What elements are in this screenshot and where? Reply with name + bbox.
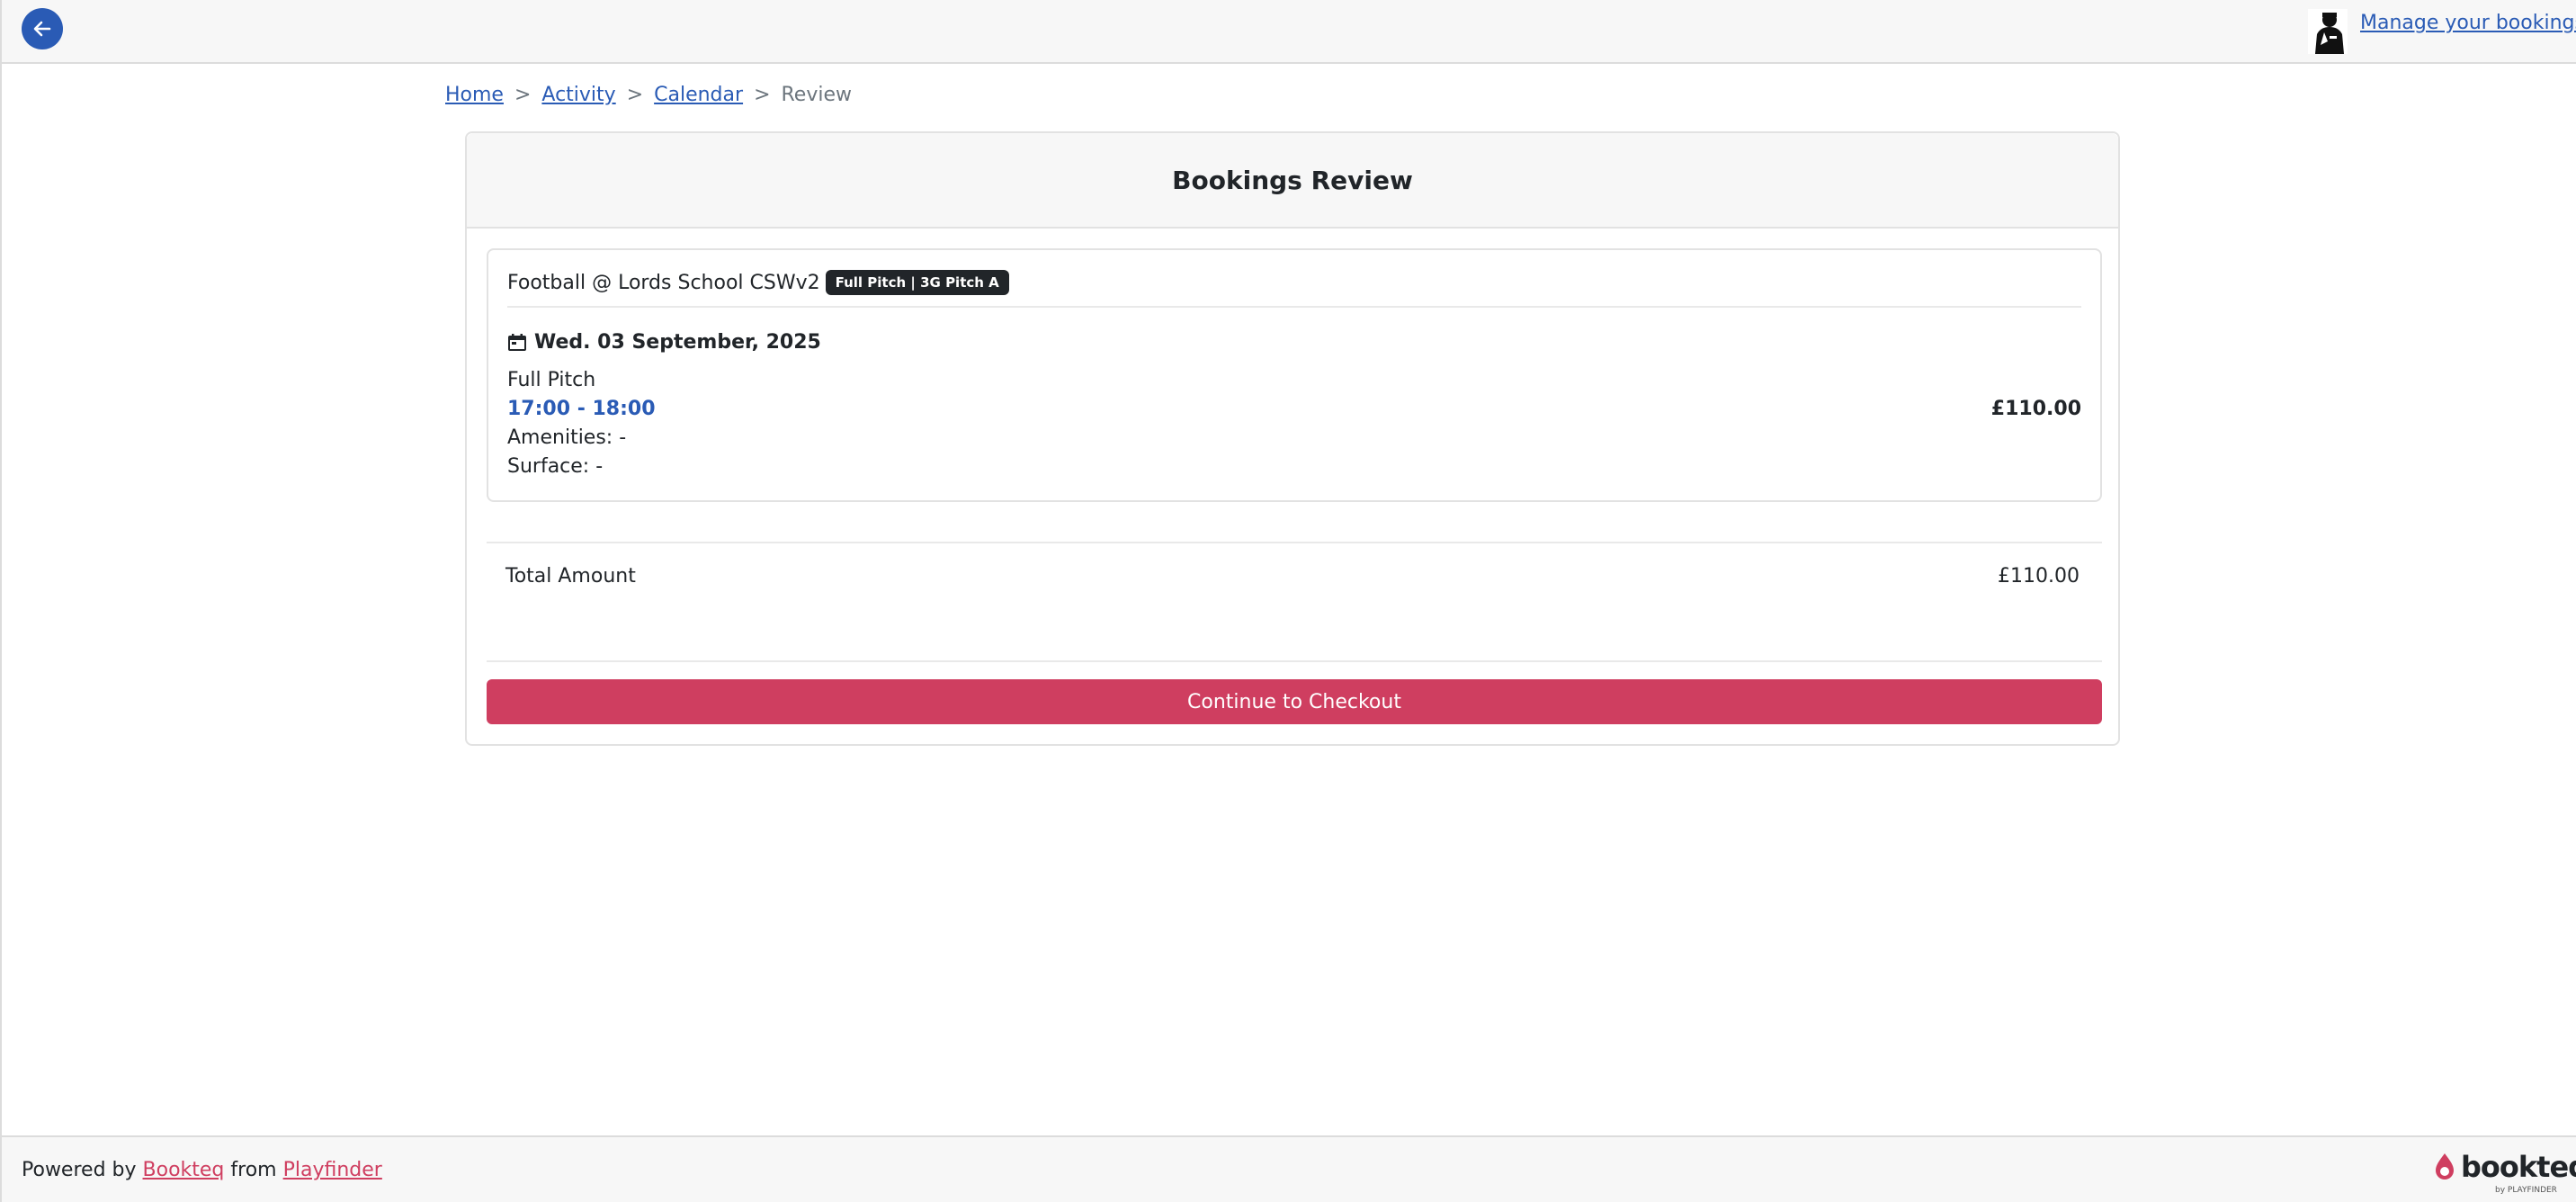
surface: Surface: - bbox=[507, 455, 604, 478]
breadcrumb-separator: > bbox=[626, 84, 644, 106]
back-button[interactable] bbox=[22, 8, 63, 49]
breadcrumb-activity[interactable]: Activity bbox=[541, 84, 615, 106]
booking-item: Football @ Lords School CSWv2 Full Pitch… bbox=[487, 248, 2102, 502]
logo-wordmark: bookteq bbox=[2461, 1150, 2576, 1184]
bookteq-logo-icon bbox=[2436, 1153, 2454, 1180]
breadcrumb-separator: > bbox=[514, 84, 532, 106]
calendar-icon bbox=[507, 333, 527, 353]
pitch-badge: Full Pitch | 3G Pitch A bbox=[825, 270, 1009, 295]
breadcrumb-separator: > bbox=[754, 84, 771, 106]
divider bbox=[487, 542, 2102, 543]
total-amount-label: Total Amount bbox=[505, 565, 636, 588]
card-header: Bookings Review bbox=[467, 133, 2118, 229]
breadcrumb-home[interactable]: Home bbox=[445, 84, 504, 106]
slot-price: £110.00 bbox=[1990, 398, 2081, 420]
slot-name: Full Pitch bbox=[507, 369, 596, 391]
breadcrumb-current: Review bbox=[781, 84, 853, 106]
booking-title-row: Football @ Lords School CSWv2 Full Pitch… bbox=[507, 270, 1009, 295]
user-avatar[interactable] bbox=[2308, 9, 2348, 54]
breadcrumb: Home > Activity > Calendar > Review bbox=[445, 84, 852, 106]
booking-date-row: Wed. 03 September, 2025 bbox=[507, 331, 821, 354]
footer: Powered by Bookteq from Playfinder bookt… bbox=[2, 1135, 2576, 1202]
amenities: Amenities: - bbox=[507, 426, 627, 449]
divider bbox=[487, 660, 2102, 662]
breadcrumb-calendar[interactable]: Calendar bbox=[654, 84, 743, 106]
total-amount-value: £110.00 bbox=[1998, 565, 2080, 588]
divider bbox=[507, 306, 2081, 308]
from-label: from bbox=[230, 1159, 277, 1181]
slot-time: 17:00 - 18:00 bbox=[507, 398, 656, 420]
top-navbar: Manage your bookings bbox=[2, 0, 2576, 64]
powered-by-label: Powered by bbox=[22, 1159, 137, 1181]
bookings-review-card: Bookings Review Football @ Lords School … bbox=[465, 131, 2120, 746]
logo-subtext: by PLAYFINDER bbox=[2495, 1186, 2557, 1195]
manage-bookings-link[interactable]: Manage your bookings bbox=[2360, 12, 2576, 34]
continue-to-checkout-button[interactable]: Continue to Checkout bbox=[487, 679, 2102, 724]
playfinder-link[interactable]: Playfinder bbox=[283, 1159, 382, 1181]
arrow-left-icon bbox=[33, 21, 51, 37]
booking-title: Football @ Lords School CSWv2 bbox=[507, 271, 820, 294]
booking-date: Wed. 03 September, 2025 bbox=[534, 331, 821, 354]
page-title: Bookings Review bbox=[1172, 165, 1413, 195]
powered-by-text: Powered by Bookteq from Playfinder bbox=[22, 1159, 382, 1181]
bookteq-logo: bookteq by PLAYFINDER bbox=[2432, 1150, 2576, 1195]
bookteq-link[interactable]: Bookteq bbox=[143, 1159, 225, 1181]
